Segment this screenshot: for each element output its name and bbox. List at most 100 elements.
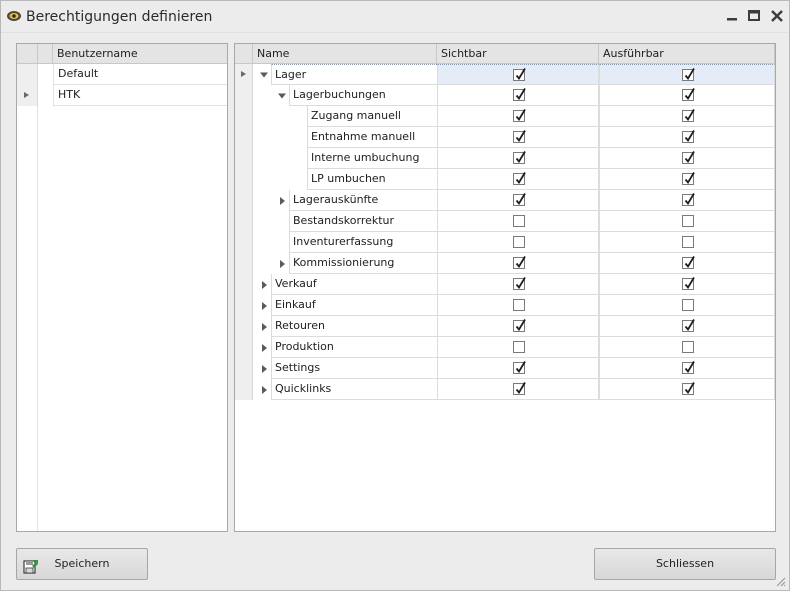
visible-checkbox[interactable] [513,236,525,248]
tree-row[interactable]: Quicklinks [235,379,775,400]
executable-checkbox[interactable] [682,193,695,206]
resize-grip-icon[interactable] [774,575,786,587]
user-row-default[interactable]: Default [17,64,227,85]
executable-checkbox[interactable] [682,319,695,332]
visible-checkbox-cell [437,274,599,295]
executable-checkbox[interactable] [682,299,694,311]
executable-checkbox-cell [599,169,775,190]
executable-checkbox-cell [599,148,775,169]
save-button-label: Speichern [54,557,110,570]
name-column-header[interactable]: Name [253,44,437,64]
expand-arrow-right-icon[interactable] [259,385,269,395]
visible-checkbox[interactable] [513,130,526,143]
executable-checkbox-cell [599,337,775,358]
tree-row[interactable]: Interne umbuchung [235,148,775,169]
visible-checkbox-cell [437,211,599,232]
tree-row[interactable]: LP umbuchen [235,169,775,190]
executable-checkbox-cell [599,274,775,295]
visible-checkbox[interactable] [513,382,526,395]
user-name-cell: HTK [53,85,227,106]
users-grid: Benutzername Default HTK [16,43,228,532]
user-name-cell: Default [53,64,227,85]
visible-checkbox[interactable] [513,193,526,206]
tree-row[interactable]: Einkauf [235,295,775,316]
tree-row[interactable]: Produktion [235,337,775,358]
visible-checkbox[interactable] [513,256,526,269]
tree-row[interactable]: Bestandskorrektur [235,211,775,232]
executable-checkbox[interactable] [682,215,694,227]
executable-checkbox[interactable] [682,341,694,353]
tree-row[interactable]: Settings [235,358,775,379]
expand-arrow-down-icon[interactable] [259,70,269,80]
permissions-dialog: Berechtigungen definieren Benutzername D… [0,0,790,591]
tree-row[interactable]: Lager [235,64,775,85]
tree-row[interactable]: Verkauf [235,274,775,295]
visible-checkbox-cell [437,106,599,127]
expand-arrow-down-icon[interactable] [277,91,287,101]
user-row-htk[interactable]: HTK [17,85,227,106]
expand-arrow-right-icon[interactable] [277,196,287,206]
tree-row[interactable]: Retouren [235,316,775,337]
expand-arrow-right-icon[interactable] [259,322,269,332]
current-row-arrow-icon [24,92,29,98]
executable-checkbox[interactable] [682,88,695,101]
executable-checkbox[interactable] [682,236,694,248]
tree-row[interactable]: Lagerbuchungen [235,85,775,106]
save-button[interactable]: Speichern [16,548,148,580]
executable-checkbox[interactable] [682,151,695,164]
visible-checkbox[interactable] [513,109,526,122]
executable-checkbox[interactable] [682,68,695,81]
executable-checkbox-cell [599,64,775,85]
visible-checkbox[interactable] [513,319,526,332]
maximize-button[interactable] [745,7,763,25]
executable-checkbox-cell [599,253,775,274]
executable-checkbox[interactable] [682,172,695,185]
minimize-icon [727,18,737,21]
executable-checkbox-cell [599,127,775,148]
tree-node-label: Entnahme manuell [307,127,437,148]
expand-arrow-right-icon[interactable] [259,280,269,290]
close-window-button[interactable] [768,7,786,25]
visible-checkbox-cell [437,64,599,85]
visible-checkbox[interactable] [513,341,525,353]
minimize-button[interactable] [723,7,741,25]
row-indicator [17,64,38,85]
visible-column-header[interactable]: Sichtbar [437,44,599,64]
executable-checkbox-cell [599,295,775,316]
executable-checkbox-cell [599,190,775,211]
visible-checkbox-cell [437,316,599,337]
tree-row[interactable]: Entnahme manuell [235,127,775,148]
tree-row[interactable]: Lagerauskünfte [235,190,775,211]
executable-column-header[interactable]: Ausführbar [599,44,775,64]
executable-checkbox[interactable] [682,277,695,290]
username-column-header[interactable]: Benutzername [38,44,227,64]
save-icon [23,557,39,574]
visible-checkbox[interactable] [513,299,525,311]
executable-checkbox[interactable] [682,130,695,143]
executable-checkbox[interactable] [682,382,695,395]
visible-checkbox[interactable] [513,361,526,374]
tree-row[interactable]: Inventurerfassung [235,232,775,253]
visible-checkbox[interactable] [513,88,526,101]
executable-checkbox[interactable] [682,109,695,122]
expand-arrow-right-icon[interactable] [259,301,269,311]
visible-checkbox[interactable] [513,277,526,290]
visible-checkbox-cell [437,379,599,400]
expand-arrow-right-icon[interactable] [259,343,269,353]
tree-row[interactable]: Kommissionierung [235,253,775,274]
visible-checkbox[interactable] [513,151,526,164]
expand-arrow-right-icon[interactable] [277,259,287,269]
visible-checkbox[interactable] [513,68,526,81]
expand-arrow-right-icon[interactable] [259,364,269,374]
tree-node-label: LP umbuchen [307,169,437,190]
close-button[interactable]: Schliessen [594,548,776,580]
executable-checkbox[interactable] [682,256,695,269]
tree-node-label: Retouren [271,316,437,337]
title-bar: Berechtigungen definieren [1,1,789,33]
executable-checkbox[interactable] [682,361,695,374]
visible-checkbox-cell [437,148,599,169]
executable-checkbox-cell [599,316,775,337]
visible-checkbox[interactable] [513,215,525,227]
tree-row[interactable]: Zugang manuell [235,106,775,127]
visible-checkbox[interactable] [513,172,526,185]
